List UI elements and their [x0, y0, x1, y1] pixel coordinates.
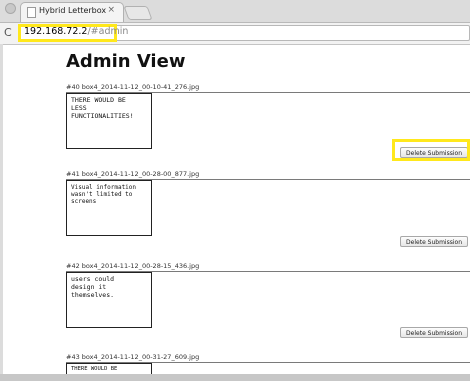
- handwritten-note: THERE WOULD BE: [71, 366, 118, 372]
- new-tab-button[interactable]: [123, 6, 153, 20]
- button-highlight: [392, 139, 470, 161]
- handwritten-note: users could design it themselves.: [71, 275, 115, 299]
- handwritten-note: THERE WOULD BE LESS FUNCTIONALITIES!: [71, 96, 134, 120]
- delete-submission-button[interactable]: Delete Submission: [400, 327, 468, 338]
- submission-image: THERE WOULD BE LESS FUNCTIONALITIES!: [66, 93, 152, 149]
- reload-icon[interactable]: C: [4, 26, 12, 39]
- window-control-icon[interactable]: [5, 3, 16, 14]
- submission-image: users could design it themselves.: [66, 272, 152, 328]
- close-icon[interactable]: ×: [107, 5, 115, 15]
- browser-toolbar: C 192.168.72.2/#admin: [0, 23, 470, 45]
- url-path: /#admin: [87, 26, 129, 37]
- url-text[interactable]: 192.168.72.2/#admin: [24, 26, 128, 37]
- tab-title: Hybrid Letterbox: [39, 6, 107, 15]
- submission-image: Visual information wasn't limited to scr…: [66, 180, 152, 236]
- tab-bar: Hybrid Letterbox ×: [0, 0, 470, 23]
- page-border: [0, 44, 3, 381]
- delete-submission-button[interactable]: Delete Submission: [400, 236, 468, 247]
- url-host: 192.168.72.2: [24, 26, 88, 37]
- page-title: Admin View: [66, 51, 186, 72]
- scrollbar[interactable]: [0, 374, 470, 381]
- browser-tab[interactable]: Hybrid Letterbox ×: [20, 2, 124, 22]
- page-icon: [27, 7, 36, 18]
- handwritten-note: Visual information wasn't limited to scr…: [71, 184, 137, 206]
